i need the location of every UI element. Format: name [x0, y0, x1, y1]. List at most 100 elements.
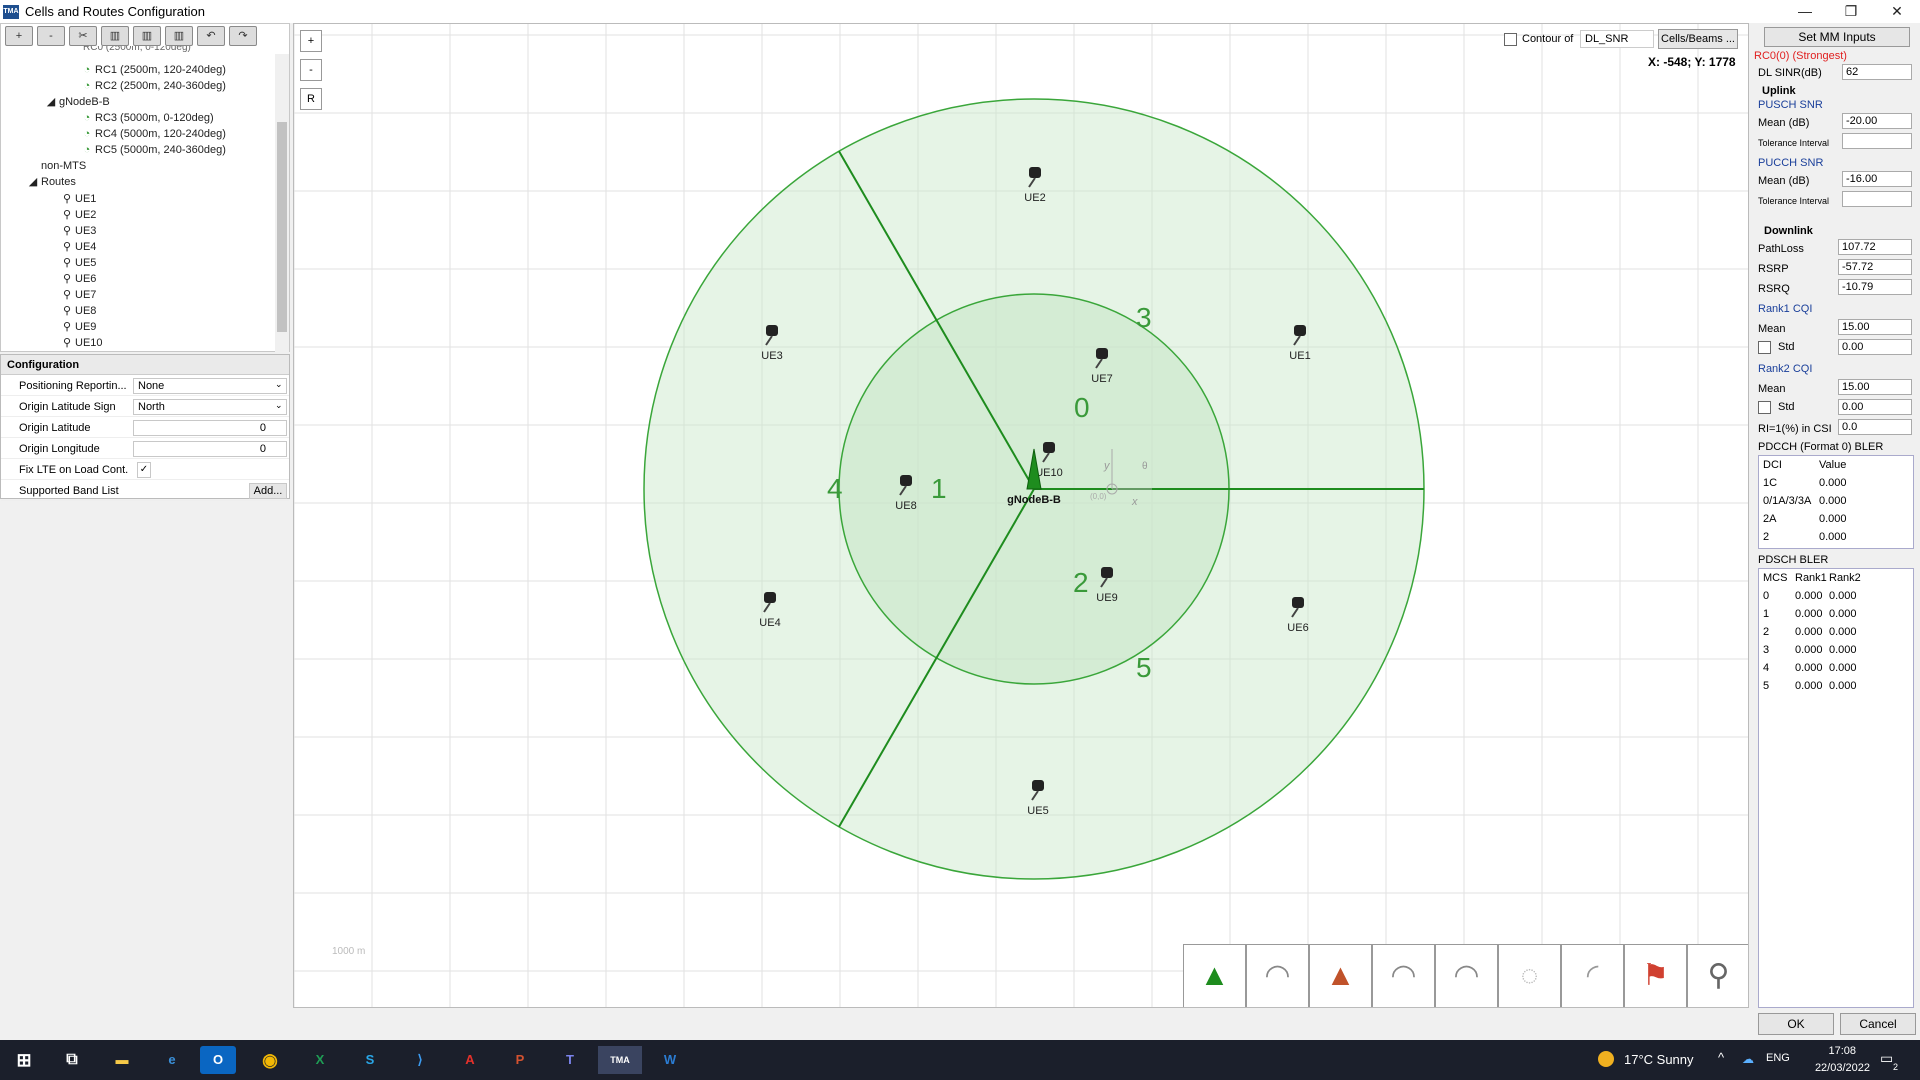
- pdcch-cell[interactable]: 1C: [1763, 477, 1777, 489]
- pdsch-cell[interactable]: 0: [1763, 590, 1769, 602]
- grid-button-2[interactable]: ▥: [133, 26, 161, 46]
- positioning-select[interactable]: None: [133, 378, 287, 394]
- tma-app-icon[interactable]: TMA: [598, 1046, 642, 1074]
- sector-icon[interactable]: ◠: [1372, 944, 1435, 1007]
- pdcch-cell[interactable]: 0.000: [1819, 495, 1847, 507]
- tree-item-rc2[interactable]: ◔ RC2 (2500m, 240-360deg): [81, 78, 226, 94]
- pdsch-cell[interactable]: 2: [1763, 626, 1769, 638]
- weather-icon[interactable]: [1598, 1051, 1614, 1067]
- minimize-button[interactable]: —: [1782, 0, 1828, 23]
- pdcch-cell[interactable]: 0.000: [1819, 513, 1847, 525]
- ri-input[interactable]: 0.0: [1838, 419, 1912, 435]
- zoom-in-button[interactable]: +: [300, 30, 322, 52]
- tree-item-ue[interactable]: ⚲ UE9: [61, 319, 96, 335]
- grid-button-1[interactable]: ▥: [101, 26, 129, 46]
- rank2-mean-input[interactable]: 15.00: [1838, 379, 1912, 395]
- expand-icon[interactable]: ◢: [27, 174, 39, 190]
- pdcch-cell[interactable]: 2: [1763, 531, 1769, 543]
- pdsch-cell[interactable]: 0.000: [1829, 662, 1857, 674]
- tree-item-ue[interactable]: ⚲ UE7: [61, 287, 96, 303]
- grid-button-3[interactable]: ▥: [165, 26, 193, 46]
- word-icon[interactable]: W: [650, 1046, 690, 1074]
- maximize-button[interactable]: ❐: [1828, 0, 1874, 23]
- acrobat-icon[interactable]: A: [450, 1046, 490, 1074]
- rank1-std-input[interactable]: 0.00: [1838, 339, 1912, 355]
- excel-icon[interactable]: X: [300, 1046, 340, 1074]
- pdsch-cell[interactable]: 0.000: [1795, 680, 1823, 692]
- fix-lte-checkbox[interactable]: ✓: [137, 462, 151, 478]
- pdsch-cell[interactable]: 0.000: [1795, 662, 1823, 674]
- tree-scrollbar[interactable]: [275, 54, 289, 352]
- route-icon[interactable]: ⚑: [1624, 944, 1687, 1007]
- cut-button[interactable]: ✂: [69, 26, 97, 46]
- edge-icon[interactable]: e: [152, 1046, 192, 1074]
- pdsch-cell[interactable]: 4: [1763, 662, 1769, 674]
- pdsch-cell[interactable]: 0.000: [1795, 626, 1823, 638]
- tree-item-ue[interactable]: ⚲ UE4: [61, 239, 96, 255]
- ok-button[interactable]: OK: [1758, 1013, 1834, 1035]
- tree-item-rc0[interactable]: RC0 (2500m, 0-120deg): [83, 46, 191, 54]
- tree-item-gnodeb[interactable]: ◢ gNodeB-B: [45, 94, 110, 110]
- powerpoint-icon[interactable]: P: [500, 1046, 540, 1074]
- pathloss-input[interactable]: 107.72: [1838, 239, 1912, 255]
- pdcch-cell[interactable]: 0/1A/3/3A: [1763, 495, 1811, 507]
- rank2-std-checkbox[interactable]: [1758, 401, 1771, 414]
- tree-item-rc5[interactable]: ◔ RC5 (5000m, 240-360deg): [81, 142, 226, 158]
- zoom-out-button[interactable]: -: [300, 59, 322, 81]
- language-indicator[interactable]: ENG: [1766, 1052, 1790, 1064]
- cancel-button[interactable]: Cancel: [1840, 1013, 1916, 1035]
- pdcch-cell[interactable]: 2A: [1763, 513, 1776, 525]
- pdcch-cell[interactable]: 0.000: [1819, 531, 1847, 543]
- vscode-icon[interactable]: ⟩: [400, 1046, 440, 1074]
- tree-item-ue[interactable]: ⚲ UE6: [61, 271, 96, 287]
- network-icon[interactable]: ☁: [1742, 1052, 1754, 1066]
- tree-item-ue[interactable]: ⚲ UE3: [61, 223, 96, 239]
- latitude-input[interactable]: 0: [133, 420, 287, 436]
- pdsch-cell[interactable]: 5: [1763, 680, 1769, 692]
- tower-icon[interactable]: ▲: [1309, 944, 1372, 1007]
- pdsch-cell[interactable]: 0.000: [1795, 590, 1823, 602]
- teams-icon[interactable]: T: [550, 1046, 590, 1074]
- clock-date[interactable]: 22/03/2022: [1800, 1062, 1870, 1074]
- outlook-icon[interactable]: O: [200, 1046, 236, 1074]
- pdsch-cell[interactable]: 0.000: [1829, 608, 1857, 620]
- notification-icon[interactable]: ▭: [1880, 1050, 1893, 1067]
- pucch-mean-input[interactable]: -16.00: [1842, 171, 1912, 187]
- chevron-down-icon[interactable]: ⌄: [275, 379, 283, 390]
- tree-item-rc3[interactable]: ◔ RC3 (5000m, 0-120deg): [81, 110, 214, 126]
- reset-button[interactable]: R: [300, 88, 322, 110]
- add-band-button[interactable]: Add...: [249, 483, 287, 499]
- expand-icon[interactable]: ◢: [45, 94, 57, 110]
- sector-icon[interactable]: ◠: [1435, 944, 1498, 1007]
- rank1-mean-input[interactable]: 15.00: [1838, 319, 1912, 335]
- add-button[interactable]: +: [5, 26, 33, 46]
- rsrq-input[interactable]: -10.79: [1838, 279, 1912, 295]
- sector-icon[interactable]: ◠: [1246, 944, 1309, 1007]
- chrome-icon[interactable]: ◉: [250, 1046, 290, 1074]
- cells-beams-button[interactable]: Cells/Beams ...: [1658, 29, 1738, 49]
- tree-item-nonmts[interactable]: non-MTS: [41, 158, 86, 174]
- close-button[interactable]: ✕: [1874, 0, 1920, 23]
- pdsch-cell[interactable]: 0.000: [1829, 590, 1857, 602]
- scroll-thumb[interactable]: [277, 122, 287, 332]
- chevron-down-icon[interactable]: ⌄: [275, 400, 283, 411]
- pdsch-cell[interactable]: 0.000: [1795, 644, 1823, 656]
- weather-text[interactable]: 17°C Sunny: [1624, 1052, 1694, 1067]
- dl-sinr-input[interactable]: 62: [1842, 64, 1912, 80]
- tree-item-ue[interactable]: ⚲ UE8: [61, 303, 96, 319]
- skype-icon[interactable]: S: [350, 1046, 390, 1074]
- pdsch-cell[interactable]: 1: [1763, 608, 1769, 620]
- tree-item-ue[interactable]: ⚲ UE1: [61, 191, 96, 207]
- pdsch-cell[interactable]: 0.000: [1829, 644, 1857, 656]
- tree-item-ue[interactable]: ⚲ UE2: [61, 207, 96, 223]
- file-explorer-icon[interactable]: ▬: [102, 1046, 142, 1074]
- contour-select[interactable]: DL_SNR: [1580, 30, 1654, 48]
- rank1-std-checkbox[interactable]: [1758, 341, 1771, 354]
- chevron-up-icon[interactable]: ^: [1718, 1050, 1724, 1065]
- undo-button[interactable]: ↶: [197, 26, 225, 46]
- clock-time[interactable]: 17:08: [1812, 1045, 1856, 1057]
- tree-item-ue[interactable]: ⚲ UE10: [61, 335, 103, 351]
- map-canvas[interactable]: 0 1 2 3 4 5 UE1 UE2 UE3 UE4 UE5 UE6 UE7 UE8 UE9 UE10 gNo…: [293, 23, 1749, 1008]
- pushpin-icon[interactable]: ⚲: [1687, 944, 1748, 1007]
- pdsch-cell[interactable]: 0.000: [1829, 626, 1857, 638]
